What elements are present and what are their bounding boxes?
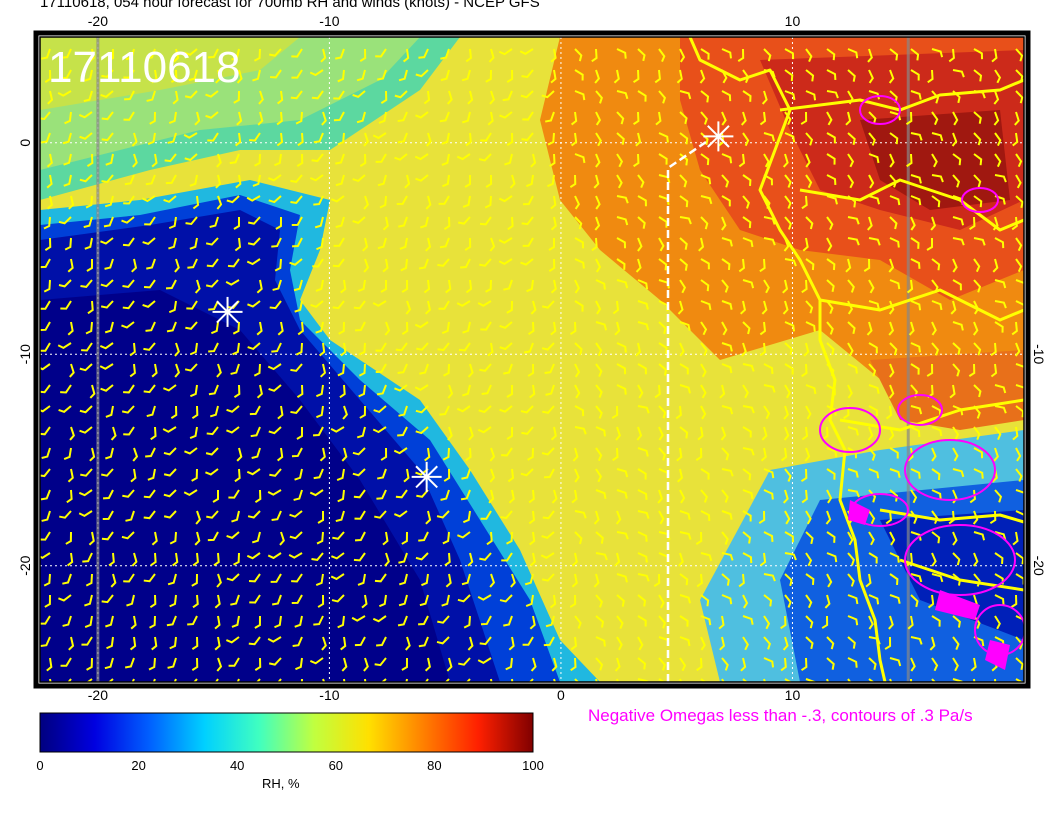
star-marker (703, 121, 734, 152)
y-tick-right: -10 (1031, 344, 1047, 364)
colorbar-tick: 100 (522, 758, 544, 773)
x-tick-top: -20 (88, 13, 108, 29)
star-marker (212, 296, 243, 327)
map-figure: 17110618 -20 -10 10 -20 -10 0 10 0 -10 -20 -10 -20 (17, 13, 1047, 753)
colorbar-tick: 60 (328, 758, 344, 773)
y-tick-right: -20 (1031, 556, 1047, 576)
omega-note: Negative Omegas less than -.3, contours … (588, 706, 973, 725)
colorbar-tick: 0 (36, 758, 44, 773)
x-tick-bottom: -10 (319, 687, 339, 703)
x-tick-top: 10 (785, 13, 801, 29)
colorbar-label: RH, % (262, 776, 300, 791)
x-tick-bottom: -20 (88, 687, 108, 703)
star-marker (411, 461, 442, 492)
colorbar-tick: 20 (131, 758, 146, 773)
x-tick-top: -10 (319, 13, 339, 29)
y-tick-left: -10 (17, 344, 33, 364)
colorbar (39, 712, 534, 753)
x-tick-bottom: 0 (557, 687, 565, 703)
y-tick-left: -20 (17, 555, 33, 575)
x-tick-bottom: 10 (785, 687, 801, 703)
colorbar-rect (39, 712, 534, 753)
date-stamp: 17110618 (48, 43, 241, 92)
y-tick-left: 0 (17, 139, 33, 147)
colorbar-tick: 80 (427, 758, 442, 773)
colorbar-tick: 40 (229, 758, 245, 773)
